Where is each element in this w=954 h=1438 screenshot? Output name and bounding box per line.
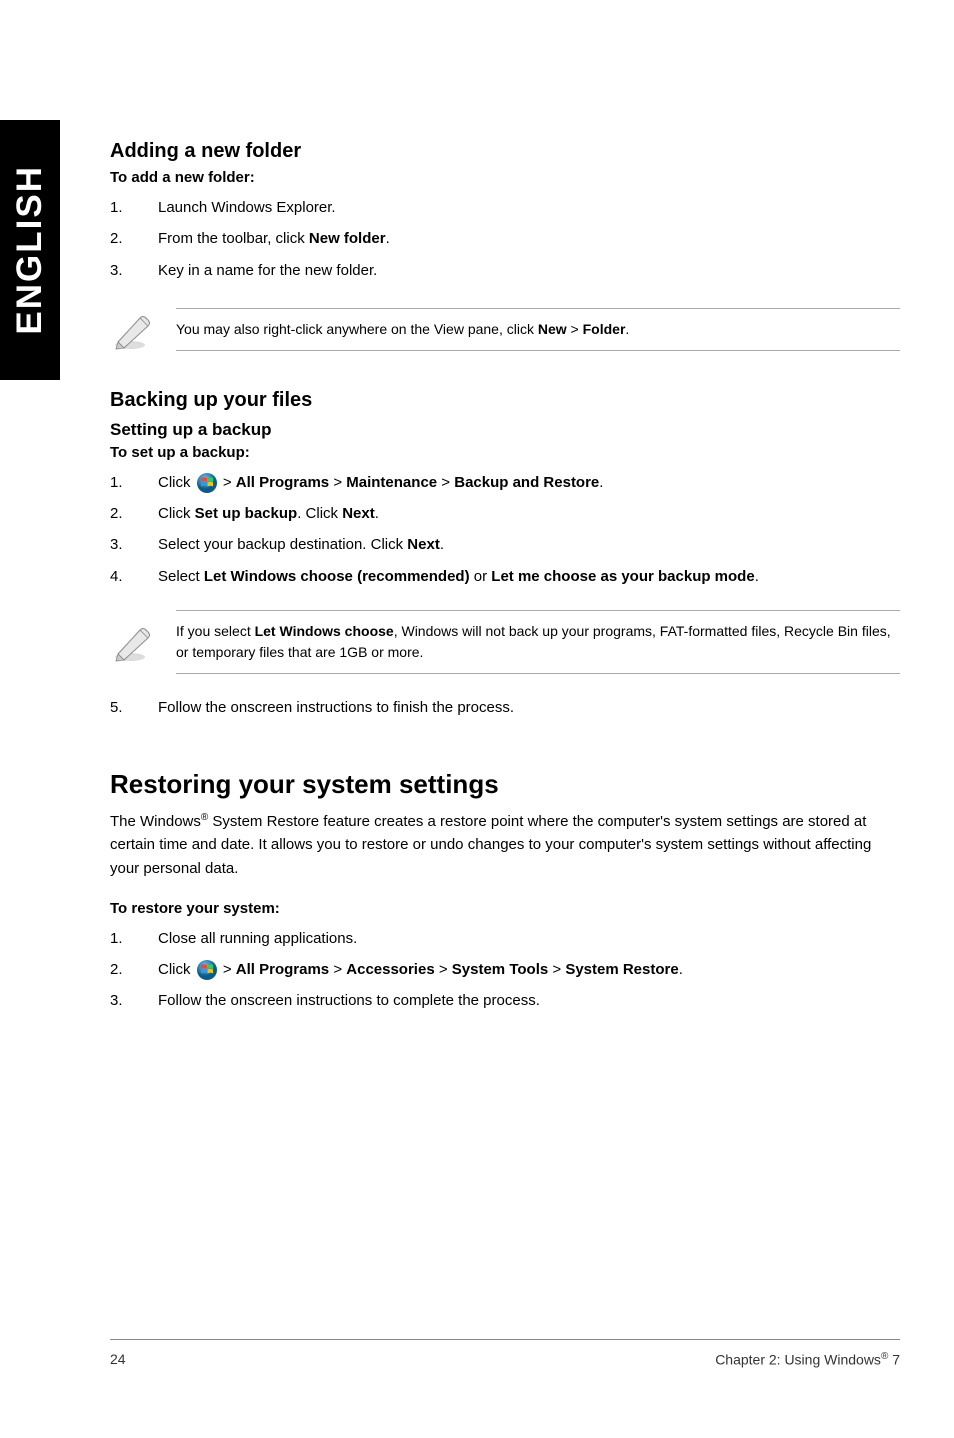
list-item: Click Set up backup. Click Next. <box>110 502 900 525</box>
list-item: From the toolbar, click New folder. <box>110 227 900 250</box>
note-text: If you select Let Windows choose, Window… <box>176 610 900 674</box>
list-item: Close all running applications. <box>110 927 900 950</box>
restore-steps: Close all running applications. Click > … <box>110 927 900 1013</box>
chapter-label: Chapter 2: Using Windows® 7 <box>715 1351 900 1368</box>
list-item: Follow the onscreen instructions to fini… <box>110 696 900 719</box>
note-block: If you select Let Windows choose, Window… <box>110 610 900 674</box>
list-item: Key in a name for the new folder. <box>110 259 900 282</box>
note-block: You may also right-click anywhere on the… <box>110 304 900 355</box>
list-item: Click > All Programs > Accessories > Sys… <box>110 958 900 981</box>
backing-up-heading: Backing up your files <box>110 389 900 412</box>
language-tab: ENGLISH <box>0 120 60 380</box>
restoring-heading: Restoring your system settings <box>110 769 900 800</box>
backup-step-5: Follow the onscreen instructions to fini… <box>110 696 900 719</box>
windows-start-icon <box>197 960 217 980</box>
backup-steps: Click > All Programs > Maintenance > Bac… <box>110 471 900 588</box>
list-item: Select Let Windows choose (recommended) … <box>110 565 900 588</box>
list-item: Follow the onscreen instructions to comp… <box>110 989 900 1012</box>
adding-folder-subheading: To add a new folder: <box>110 169 900 186</box>
footer-divider <box>110 1339 900 1340</box>
adding-folder-heading: Adding a new folder <box>110 140 900 163</box>
page-footer: 24 Chapter 2: Using Windows® 7 <box>110 1351 900 1368</box>
list-item: Launch Windows Explorer. <box>110 196 900 219</box>
list-item: Click > All Programs > Maintenance > Bac… <box>110 471 900 494</box>
windows-start-icon <box>197 473 217 493</box>
pen-icon <box>110 304 156 355</box>
to-set-up-backup: To set up a backup: <box>110 444 900 461</box>
note-text: You may also right-click anywhere on the… <box>176 308 900 351</box>
language-label: ENGLISH <box>10 165 50 335</box>
restoring-paragraph: The Windows® System Restore feature crea… <box>110 810 900 880</box>
page-content: Adding a new folder To add a new folder:… <box>110 140 900 1021</box>
setting-up-backup-heading: Setting up a backup <box>110 420 900 440</box>
pen-icon <box>110 616 156 667</box>
to-restore-heading: To restore your system: <box>110 900 900 917</box>
adding-folder-steps: Launch Windows Explorer. From the toolba… <box>110 196 900 282</box>
list-item: Select your backup destination. Click Ne… <box>110 533 900 556</box>
page-number: 24 <box>110 1351 126 1368</box>
